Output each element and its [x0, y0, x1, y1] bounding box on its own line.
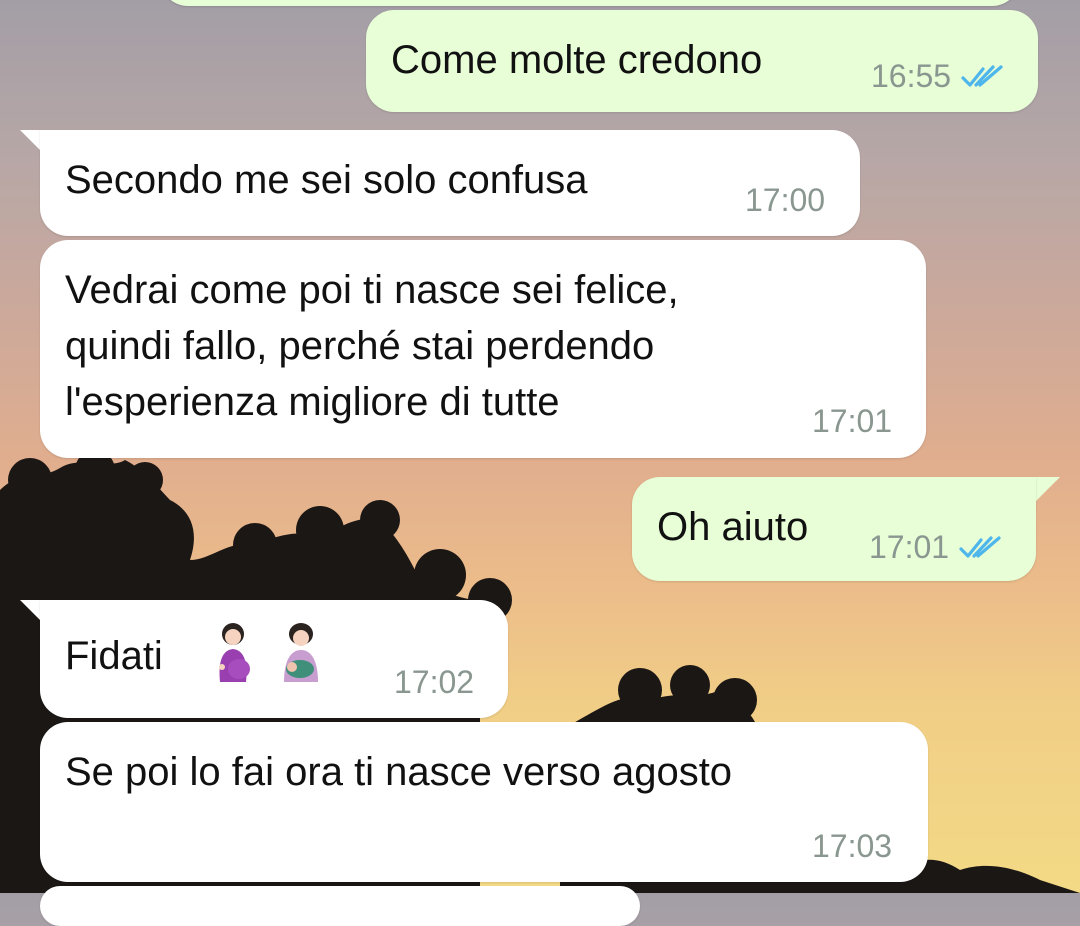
message-bubble-outgoing-partial[interactable]	[160, 0, 1020, 6]
message-text-line: quindi fallo, perché stai perdendo	[65, 324, 655, 368]
message-text: Se poi lo fai ora ti nasce verso agosto	[65, 750, 733, 794]
pregnant-woman-emoji	[219, 623, 250, 682]
message-text: Come molte credono	[391, 38, 763, 82]
message-bubble-incoming[interactable]: Se poi lo fai ora ti nasce verso agosto …	[40, 722, 928, 882]
double-check-icon	[961, 64, 1003, 87]
message-bubble-incoming[interactable]: Secondo me sei solo confusa 17:00	[40, 130, 860, 236]
emoji-group	[208, 622, 326, 682]
message-bubble-outgoing[interactable]: Come molte credono 16:55	[366, 10, 1038, 112]
message-meta: 17:01	[869, 529, 1003, 566]
message-time: 17:02	[394, 664, 475, 700]
message-bubble-incoming[interactable]: Fidati 17:02	[40, 600, 508, 718]
message-time: 16:55	[871, 58, 952, 94]
message-bubble-incoming-partial[interactable]	[40, 886, 640, 926]
message-text-line: Vedrai come poi ti nasce sei felice,	[65, 268, 679, 312]
message-bubble-incoming[interactable]: Vedrai come poi ti nasce sei felice, qui…	[40, 240, 926, 458]
message-bubble-outgoing[interactable]: Oh aiuto 17:01	[632, 477, 1036, 581]
message-time: 17:01	[812, 403, 893, 439]
breastfeeding-emoji	[284, 623, 318, 682]
message-text: Fidati	[65, 634, 163, 678]
message-text: Oh aiuto	[657, 505, 809, 549]
message-meta: 16:55	[871, 58, 1005, 95]
message-time: 17:03	[812, 828, 893, 864]
bubble-tail	[1032, 477, 1060, 505]
double-check-icon	[959, 535, 1001, 558]
message-text: Secondo me sei solo confusa	[65, 158, 588, 202]
message-time: 17:00	[745, 182, 826, 218]
message-time: 17:01	[869, 529, 950, 565]
message-text-line: l'esperienza migliore di tutte	[65, 380, 560, 424]
